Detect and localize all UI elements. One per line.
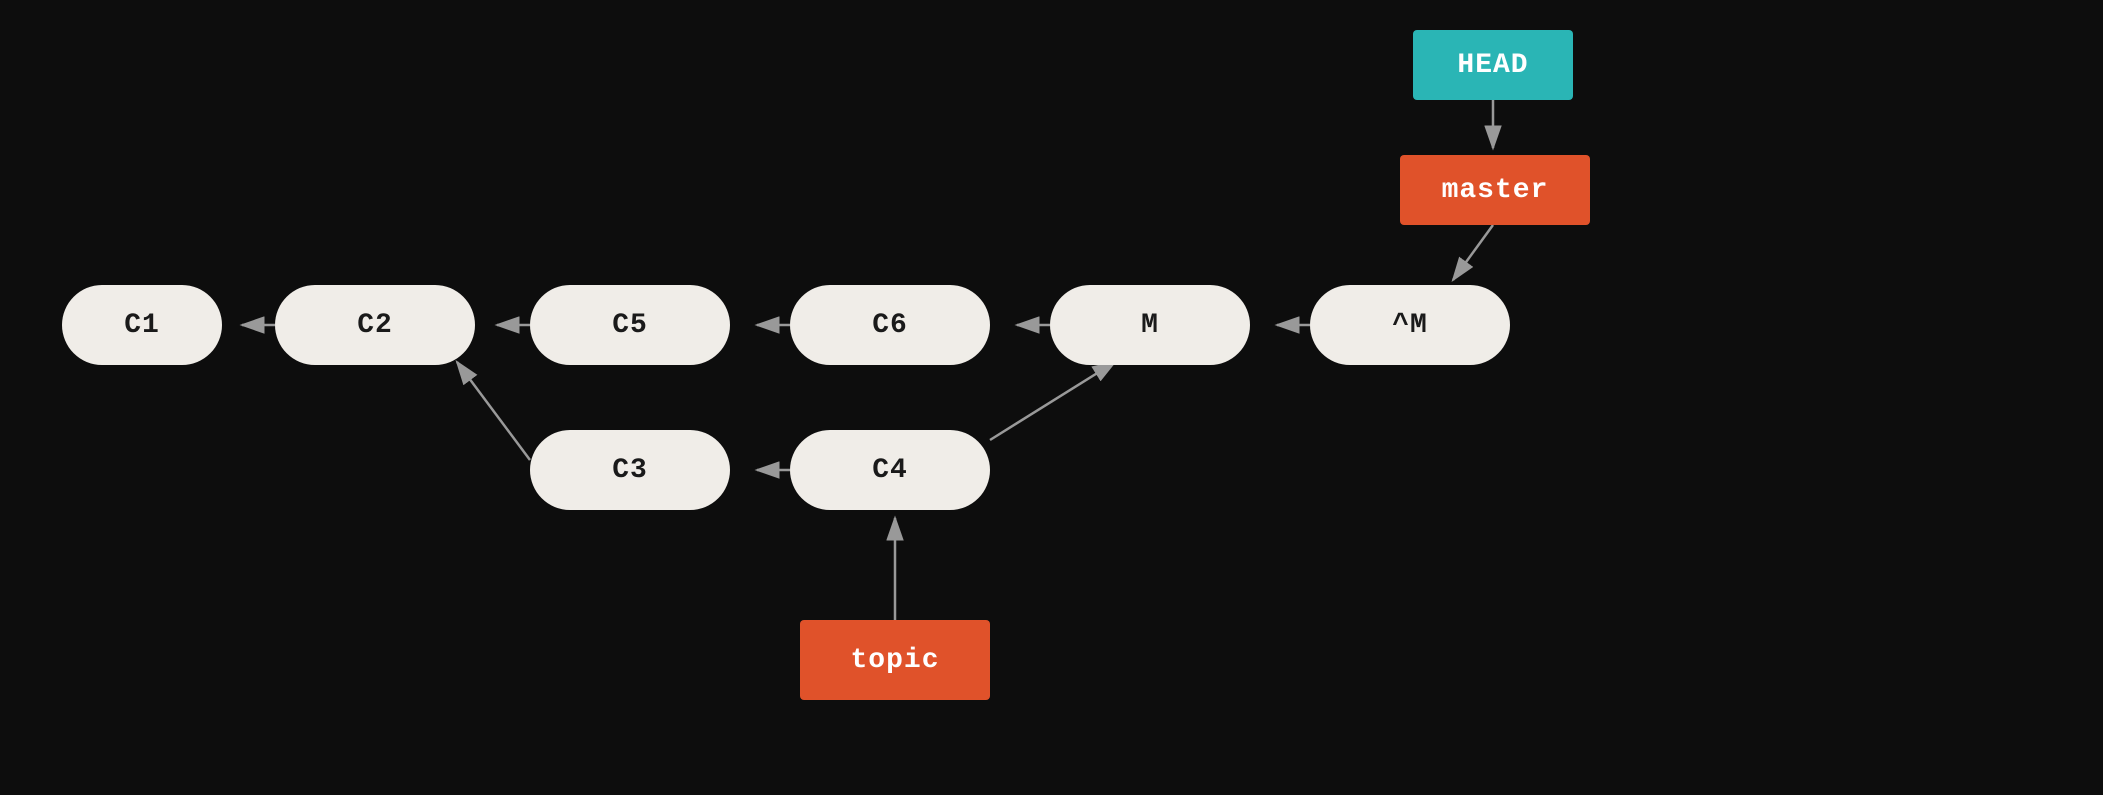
diagram-container: C1 C2 C5 C6 M ^M C3 C4 HEAD master topic [0,0,2103,795]
node-m: M [1050,285,1250,365]
label-master: master [1400,155,1590,225]
node-c5: C5 [530,285,730,365]
node-c1: C1 [62,285,222,365]
label-topic: topic [800,620,990,700]
node-c2: C2 [275,285,475,365]
node-c6: C6 [790,285,990,365]
label-head: HEAD [1413,30,1573,100]
arrows-svg [0,0,2103,795]
node-c3: C3 [530,430,730,510]
node-c4: C4 [790,430,990,510]
node-caret-m: ^M [1310,285,1510,365]
